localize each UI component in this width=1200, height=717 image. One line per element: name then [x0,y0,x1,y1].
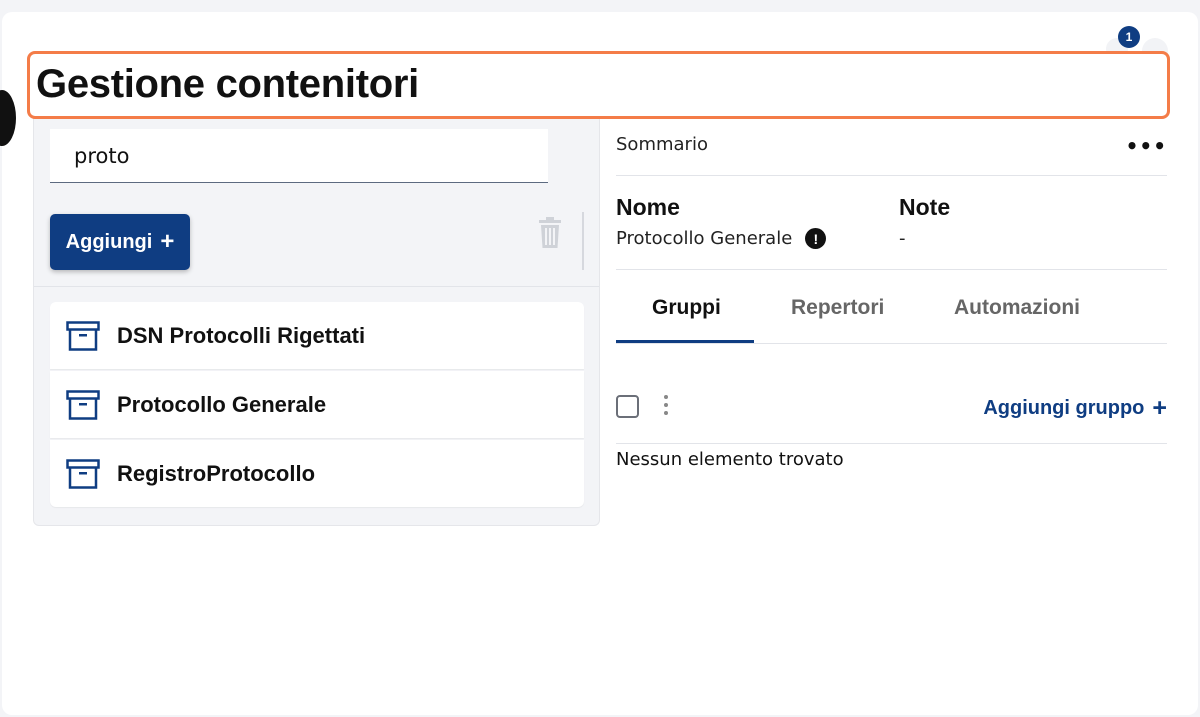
add-group-label: Aggiungi gruppo [983,397,1145,419]
empty-message: Nessun elemento trovato [616,449,844,470]
list-item-label: Protocollo Generale [117,391,327,417]
tab-automazioni[interactable]: Automazioni [954,296,1080,320]
name-heading: Nome [616,194,680,220]
page-title: Gestione contenitori [36,62,419,106]
name-value: Protocollo Generale ! [616,228,827,249]
divider [616,175,1167,176]
containers-panel: Aggiungi + DSN Protocolli Rigettati [33,116,600,526]
select-all-checkbox[interactable] [616,395,639,418]
archive-box-icon [66,458,100,489]
divider [616,443,1167,444]
containers-list: DSN Protocolli Rigettati Protocollo Gene… [50,302,584,509]
archive-box-icon [66,320,100,351]
list-item-label: RegistroProtocollo [117,460,316,486]
summary-label: Sommario [616,134,708,155]
add-button[interactable]: Aggiungi + [50,214,190,270]
list-item-label: DSN Protocolli Rigettati [117,322,366,348]
search-field[interactable] [50,129,548,183]
sidebar-toggle[interactable] [0,90,16,146]
archive-box-icon [66,389,100,420]
list-item[interactable]: DSN Protocolli Rigettati [50,302,584,369]
list-item[interactable]: Protocollo Generale [50,371,584,438]
plus-icon: + [1152,394,1167,422]
detail-tabs: Gruppi Repertori Automazioni [616,270,1167,344]
note-heading: Note [899,194,951,220]
more-options-icon[interactable]: ••• [1126,134,1167,158]
list-item[interactable]: RegistroProtocollo [50,440,584,507]
add-button-label: Aggiungi [65,230,153,253]
notification-badge[interactable]: 1 [1118,26,1140,48]
note-value: - [899,228,906,249]
panel-divider [34,286,599,287]
trash-icon[interactable] [537,216,563,250]
tab-gruppi[interactable]: Gruppi [652,296,721,320]
active-tab-indicator [616,340,754,343]
name-value-text: Protocollo Generale [616,228,793,249]
plus-icon: + [160,228,175,255]
page-title-box: Gestione contenitori [27,51,1170,119]
exclamation-icon[interactable]: ! [805,228,827,249]
add-group-button[interactable]: Aggiungi gruppo + [983,394,1167,423]
tab-repertori[interactable]: Repertori [791,296,884,320]
kebab-menu-icon[interactable] [660,393,672,419]
search-input[interactable] [50,129,548,182]
toolbar-divider [582,212,584,270]
